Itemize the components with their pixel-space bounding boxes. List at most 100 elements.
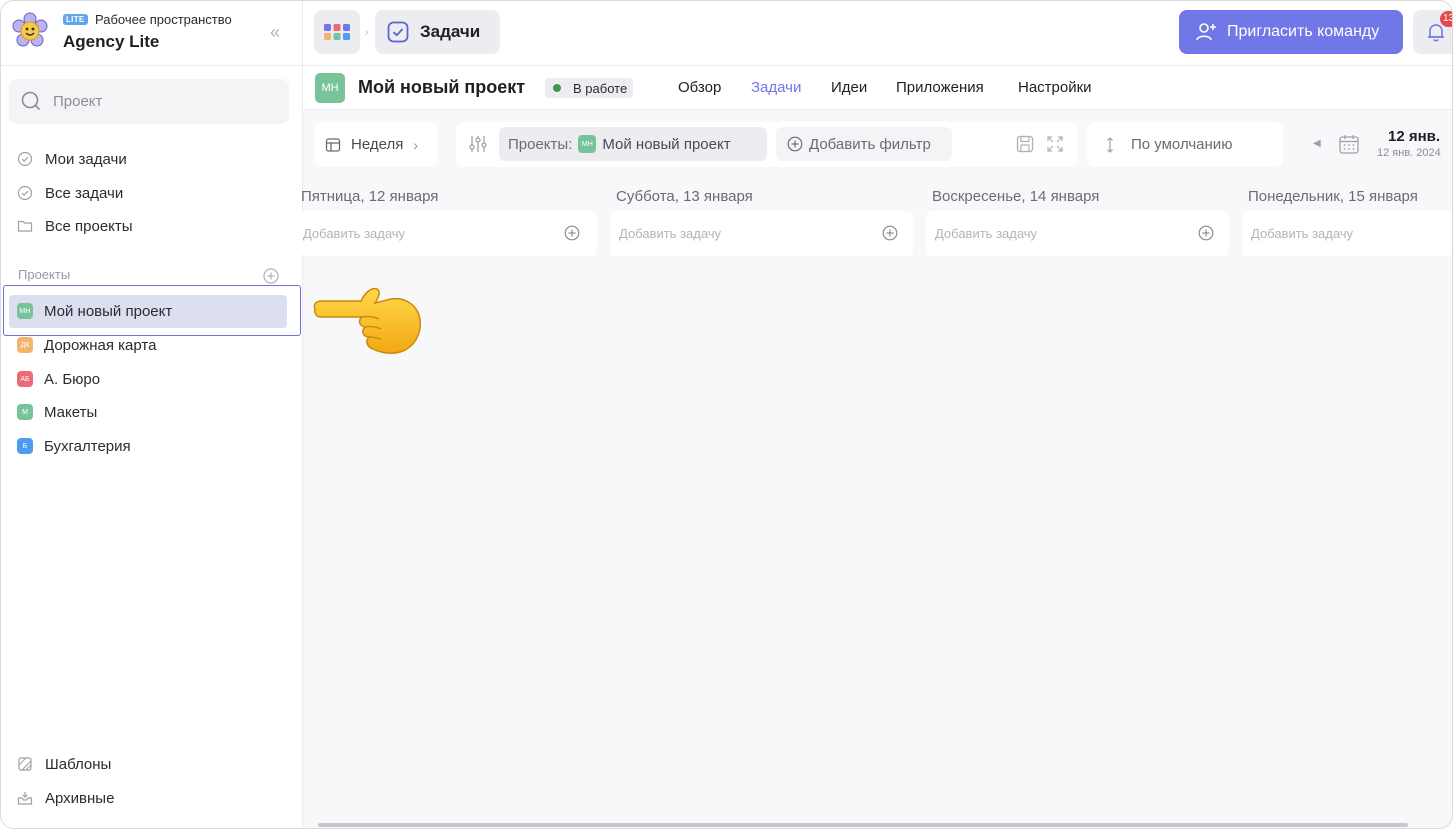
- invite-team-button[interactable]: Пригласить команду: [1179, 10, 1403, 54]
- view-selector-button[interactable]: Неделя ›: [314, 122, 438, 167]
- nav-label: Шаблоны: [45, 755, 112, 773]
- add-task-placeholder: Добавить задачу: [1251, 226, 1354, 241]
- chevron-right-icon: ›: [413, 136, 418, 153]
- filter-project-avatar: МН: [578, 135, 597, 153]
- add-task-placeholder: Добавить задачу: [619, 226, 722, 241]
- plus-circle-icon[interactable]: [564, 225, 580, 241]
- day-column-header: Суббота, 13 января: [616, 188, 753, 205]
- top-bar: › Задачи Пригласить команду 13: [303, 1, 1452, 66]
- project-avatar: ДК: [17, 337, 33, 353]
- status-label: В работе: [573, 80, 628, 96]
- pointing-hand-icon: [313, 287, 421, 354]
- scrollbar-thumb[interactable]: [318, 823, 1408, 827]
- project-avatar: Б: [17, 438, 33, 454]
- status-badge[interactable]: В работе: [545, 78, 634, 98]
- tab-apps[interactable]: Приложения: [896, 79, 984, 96]
- folder-icon: [17, 220, 33, 232]
- horizontal-scrollbar[interactable]: [318, 823, 1452, 827]
- selection-highlight-frame: [3, 285, 301, 336]
- add-task-field[interactable]: Добавить задачу: [926, 211, 1229, 256]
- sliders-icon[interactable]: [468, 134, 488, 154]
- board-view-icon: [325, 137, 341, 152]
- add-user-icon: [1196, 23, 1216, 41]
- project-avatar: М: [17, 404, 33, 420]
- main-area: › Задачи Пригласить команду 13 МН Мой но…: [301, 1, 1452, 828]
- nav-all-projects[interactable]: Все проекты: [17, 211, 133, 241]
- app-window: LITE Рабочее пространство Agency Lite « …: [0, 0, 1453, 829]
- project-label: Бухгалтерия: [44, 437, 131, 455]
- tab-settings[interactable]: Настройки: [1018, 79, 1092, 96]
- expand-icon[interactable]: [1046, 135, 1064, 153]
- filter-bar: Проекты: МН Мой новый проект Добавить фи…: [456, 122, 1078, 167]
- save-icon[interactable]: [1016, 135, 1034, 153]
- invite-label: Пригласить команду: [1227, 23, 1380, 40]
- project-label: Макеты: [44, 403, 98, 421]
- tab-overview[interactable]: Обзор: [678, 79, 721, 96]
- plus-circle-icon[interactable]: [1198, 225, 1214, 241]
- project-item-a-buro[interactable]: АБ А. Бюро: [17, 364, 100, 394]
- current-date-full: 12 янв. 2024: [1377, 147, 1441, 159]
- workspace-header[interactable]: LITE Рабочее пространство Agency Lite «: [1, 1, 303, 66]
- sidebar: LITE Рабочее пространство Agency Lite « …: [1, 1, 303, 828]
- check-circle-icon: [17, 151, 33, 167]
- apps-button[interactable]: [314, 10, 360, 54]
- nav-all-tasks[interactable]: Все задачи: [17, 178, 123, 208]
- tab-tasks[interactable]: Задачи: [751, 79, 801, 96]
- search-input[interactable]: [53, 79, 281, 124]
- sort-arrows-icon: [1107, 136, 1113, 153]
- notification-badge: 13: [1440, 11, 1452, 27]
- add-task-field[interactable]: Добавить задачу: [1242, 211, 1452, 256]
- workspace-title: Agency Lite: [63, 32, 160, 51]
- projects-section-label: Проекты: [18, 267, 71, 282]
- add-filter-label: Добавить фильтр: [809, 135, 931, 153]
- nav-archived[interactable]: Архивные: [17, 783, 114, 813]
- check-circle-icon: [17, 185, 33, 201]
- search-box[interactable]: [9, 79, 289, 124]
- project-item-mockups[interactable]: М Макеты: [17, 397, 97, 427]
- archive-icon: [17, 792, 33, 805]
- project-label: Дорожная карта: [44, 336, 157, 354]
- tasks-check-icon: [387, 21, 409, 43]
- nav-label: Все задачи: [45, 184, 124, 202]
- breadcrumb-tasks[interactable]: Задачи: [375, 10, 500, 54]
- plus-circle-icon[interactable]: [882, 225, 898, 241]
- plan-badge: LITE: [63, 14, 88, 25]
- calendar-icon[interactable]: [1338, 133, 1360, 155]
- tab-ideas[interactable]: Идеи: [831, 79, 867, 96]
- day-column-header: Понедельник, 15 января: [1248, 188, 1418, 205]
- previous-date-icon[interactable]: ◀: [1313, 138, 1321, 149]
- day-column-header: Пятница, 12 января: [301, 188, 439, 205]
- workspace-subtitle: Рабочее пространство: [95, 12, 232, 27]
- add-project-icon[interactable]: [263, 268, 279, 284]
- add-task-field[interactable]: Добавить задачу: [301, 211, 597, 256]
- collapse-sidebar-button[interactable]: «: [263, 21, 283, 43]
- templates-icon: [18, 757, 32, 771]
- day-column-header: Воскресенье, 14 января: [932, 188, 1100, 205]
- add-task-placeholder: Добавить задачу: [303, 226, 406, 241]
- nav-label: Архивные: [45, 789, 115, 807]
- add-task-field[interactable]: Добавить задачу: [610, 211, 913, 256]
- project-label: А. Бюро: [44, 370, 101, 388]
- filter-label: Проекты:: [508, 135, 573, 153]
- project-title: Мой новый проект: [358, 77, 526, 97]
- filter-value: Мой новый проект: [602, 135, 731, 153]
- flower-logo-icon: [12, 12, 48, 47]
- current-date[interactable]: 12 янв.: [1388, 128, 1440, 145]
- breadcrumb-separator: ›: [365, 27, 369, 38]
- search-icon: [21, 91, 41, 111]
- nav-my-tasks[interactable]: Мои задачи: [17, 144, 127, 174]
- view-label: Неделя: [351, 136, 404, 153]
- project-item-accounting[interactable]: Б Бухгалтерия: [17, 431, 131, 461]
- project-avatar: АБ: [17, 371, 33, 387]
- project-avatar: МН: [315, 73, 345, 103]
- nav-label: Мои задачи: [45, 150, 127, 168]
- add-filter-button[interactable]: Добавить фильтр: [776, 127, 952, 161]
- apps-grid-icon: [324, 24, 350, 40]
- sort-selector[interactable]: По умолчанию: [1087, 122, 1283, 167]
- plus-circle-icon: [787, 136, 803, 152]
- nav-templates[interactable]: Шаблоны: [17, 749, 111, 779]
- breadcrumb-label: Задачи: [420, 22, 481, 41]
- sort-label: По умолчанию: [1131, 136, 1233, 153]
- project-filter-chip[interactable]: Проекты: МН Мой новый проект: [499, 127, 767, 161]
- status-dot-icon: [553, 84, 561, 92]
